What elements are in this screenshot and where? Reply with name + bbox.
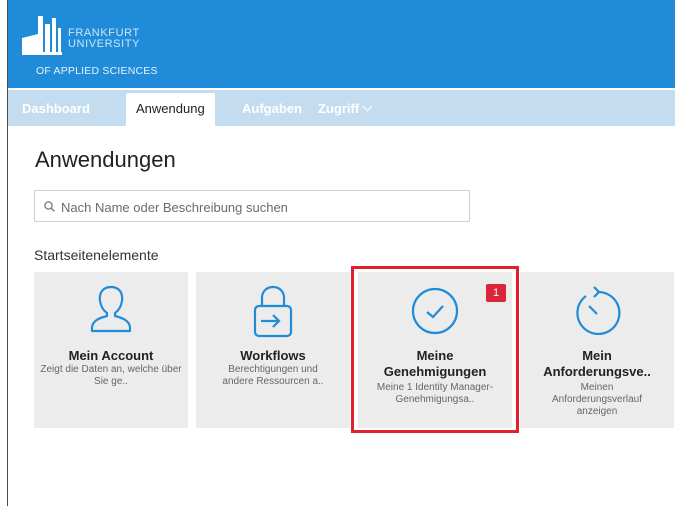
logo-line-3: OF APPLIED SCIENCES: [36, 65, 158, 77]
main-nav: Dashboard Anwendung Aufgaben Zugriff: [8, 90, 675, 126]
search-input[interactable]: [61, 198, 461, 216]
university-logo[interactable]: FRANKFURT UNIVERSITY OF APPLIED SCIENCES: [22, 14, 222, 77]
tab-anwendung[interactable]: Anwendung: [126, 93, 215, 126]
app-header: FRANKFURT UNIVERSITY OF APPLIED SCIENCES: [8, 0, 675, 88]
tab-dashboard-label: Dashboard: [22, 101, 90, 116]
tab-zugriff-label: Zugriff: [318, 101, 360, 116]
lock-arrow-icon: [253, 285, 293, 338]
search-icon: [44, 201, 55, 212]
tile-title-line-1: Mein: [582, 348, 612, 363]
logo-wordmark: FRANKFURT UNIVERSITY: [68, 28, 140, 50]
page-title: Anwendungen: [35, 147, 176, 172]
logo-mark-icon: [22, 16, 62, 55]
tile-description-line-1: Meinen: [580, 382, 614, 393]
tile-description: Zeigt die Daten an, welche über Sie ge..: [40, 364, 182, 387]
tile-description-line-2: Anforderungsverlauf: [551, 394, 643, 405]
search-box[interactable]: [34, 190, 470, 222]
app-frame: FRANKFURT UNIVERSITY OF APPLIED SCIENCES…: [7, 0, 675, 506]
chevron-down-icon: [362, 101, 373, 112]
tile-mein-account[interactable]: Mein Account Zeigt die Daten an, welche …: [34, 272, 188, 428]
tab-aufgaben-label: Aufgaben: [242, 101, 302, 116]
tile-title: Mein Account: [68, 348, 154, 363]
section-heading: Startseitenelemente: [34, 247, 159, 263]
tile-title-line-2: Anforderungsve..: [543, 364, 651, 379]
tab-dashboard[interactable]: Dashboard: [22, 101, 90, 116]
tile-description-line-3: anzeigen: [576, 406, 618, 417]
user-icon: [90, 285, 132, 333]
history-icon: [576, 286, 621, 336]
tab-anwendung-label: Anwendung: [136, 101, 205, 116]
tile-description: Berechtigungen und andere Ressourcen a..: [222, 364, 324, 387]
notification-badge: 1: [486, 284, 506, 302]
logo-line-2: UNIVERSITY: [68, 38, 141, 50]
tile-workflows[interactable]: Workflows Berechtigungen und andere Ress…: [196, 272, 350, 428]
tile-title: Workflows: [240, 348, 306, 363]
tab-zugriff[interactable]: Zugriff: [318, 101, 373, 116]
tab-aufgaben[interactable]: Aufgaben: [242, 101, 302, 116]
tile-mein-anforderungsverlauf[interactable]: Mein Anforderungsve.. Meinen Anforderung…: [520, 272, 674, 428]
